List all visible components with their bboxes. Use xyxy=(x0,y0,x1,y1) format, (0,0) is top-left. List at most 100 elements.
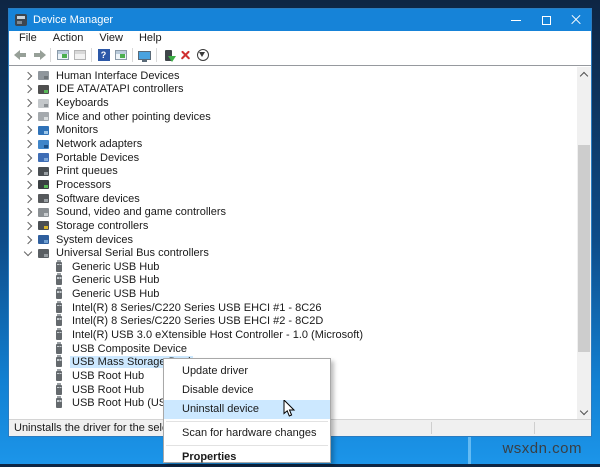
vertical-scrollbar[interactable] xyxy=(577,67,591,419)
toolbar-separator xyxy=(50,48,51,62)
tree-device-label: Intel(R) 8 Series/C220 Series USB EHCI #… xyxy=(70,315,325,327)
chevron-right-icon[interactable] xyxy=(24,167,32,175)
minimize-button[interactable] xyxy=(501,9,531,31)
tree-device-row[interactable]: Generic USB Hub xyxy=(9,274,591,288)
context-menu-separator xyxy=(166,421,328,422)
tree-category-row[interactable]: Universal Serial Bus controllers xyxy=(9,246,591,260)
chevron-right-icon[interactable] xyxy=(24,126,32,134)
usb-device-icon xyxy=(56,398,62,408)
tree-category-row[interactable]: Sound, video and game controllers xyxy=(9,205,591,219)
show-console-tree-icon[interactable] xyxy=(54,47,71,63)
scrollbar-thumb[interactable] xyxy=(578,145,590,352)
tree-category-label: Storage controllers xyxy=(54,220,150,232)
ide-controller-icon xyxy=(38,85,49,94)
uninstall-icon[interactable] xyxy=(177,47,194,63)
chevron-up-icon xyxy=(580,71,588,79)
menu-help[interactable]: Help xyxy=(131,32,170,44)
title-bar[interactable]: Device Manager xyxy=(9,9,591,31)
minimize-icon xyxy=(511,20,521,21)
tree-device-row[interactable]: Generic USB Hub xyxy=(9,260,591,274)
tree-category-row[interactable]: Mice and other pointing devices xyxy=(9,110,591,124)
tree-category-row[interactable]: IDE ATA/ATAPI controllers xyxy=(9,83,591,97)
tree-category-label: Sound, video and game controllers xyxy=(54,206,228,218)
chevron-right-icon[interactable] xyxy=(24,140,32,148)
scroll-up-button[interactable] xyxy=(577,67,591,81)
usb-device-icon xyxy=(56,316,62,326)
context-menu-item-disable-device[interactable]: Disable device xyxy=(164,381,330,400)
help-icon[interactable]: ? xyxy=(95,47,112,63)
context-menu-item-properties[interactable]: Properties xyxy=(164,448,330,467)
maximize-button[interactable] xyxy=(531,9,561,31)
chevron-right-icon[interactable] xyxy=(24,99,32,107)
computer-icon[interactable] xyxy=(136,47,153,63)
chevron-down-icon[interactable] xyxy=(24,248,32,256)
chevron-right-icon[interactable] xyxy=(24,181,32,189)
menu-action[interactable]: Action xyxy=(45,32,92,44)
tree-device-row[interactable]: Generic USB Hub xyxy=(9,287,591,301)
chevron-right-icon[interactable] xyxy=(24,72,32,80)
chevron-right-icon[interactable] xyxy=(24,112,32,120)
tree-category-row[interactable]: Storage controllers xyxy=(9,219,591,233)
context-menu-item-uninstall-device[interactable]: Uninstall device xyxy=(164,400,330,419)
tree-device-row[interactable]: USB Composite Device xyxy=(9,342,591,356)
properties-icon[interactable] xyxy=(112,47,129,63)
menu-file[interactable]: File xyxy=(11,32,45,44)
chevron-right-icon[interactable] xyxy=(24,235,32,243)
chevron-right-icon[interactable] xyxy=(24,208,32,216)
scan-hardware-icon[interactable] xyxy=(194,47,211,63)
update-driver-icon[interactable] xyxy=(160,47,177,63)
tree-category-row[interactable]: Keyboards xyxy=(9,96,591,110)
forward-icon[interactable] xyxy=(30,47,47,63)
tree-device-label: USB Root Hub xyxy=(70,384,146,396)
tree-category-row[interactable]: Network adapters xyxy=(9,137,591,151)
tree-device-row[interactable]: Intel(R) USB 3.0 eXtensible Host Control… xyxy=(9,328,591,342)
tree-category-row[interactable]: Human Interface Devices xyxy=(9,69,591,83)
mouse-cursor-icon xyxy=(283,400,299,418)
network-adapter-icon xyxy=(38,140,49,149)
close-button[interactable] xyxy=(561,9,591,31)
portable-device-icon xyxy=(38,153,49,162)
tree-category-row[interactable]: System devices xyxy=(9,233,591,247)
toolbar-separator xyxy=(132,48,133,62)
tree-category-label: Human Interface Devices xyxy=(54,70,182,82)
chevron-right-icon[interactable] xyxy=(24,153,32,161)
tree-category-row[interactable]: Processors xyxy=(9,178,591,192)
watermark-text: wsxdn.com xyxy=(502,440,582,457)
tree-category-label: Print queues xyxy=(54,165,120,177)
chevron-down-icon xyxy=(580,406,588,414)
tree-category-row[interactable]: Monitors xyxy=(9,124,591,138)
status-divider xyxy=(431,422,432,434)
hid-icon xyxy=(38,71,49,80)
menu-view[interactable]: View xyxy=(91,32,131,44)
tree-category-label: Mice and other pointing devices xyxy=(54,111,213,123)
tree-category-label: Software devices xyxy=(54,193,142,205)
usb-device-icon xyxy=(56,385,62,395)
close-icon xyxy=(570,14,582,26)
context-menu-item-update-driver[interactable]: Update driver xyxy=(164,362,330,381)
tree-category-label: Keyboards xyxy=(54,97,111,109)
chevron-right-icon[interactable] xyxy=(24,85,32,93)
tree-device-label: Generic USB Hub xyxy=(70,261,161,273)
usb-controller-icon xyxy=(38,249,49,258)
usb-device-icon xyxy=(56,303,62,313)
back-icon[interactable] xyxy=(13,47,30,63)
export-list-icon[interactable] xyxy=(71,47,88,63)
chevron-right-icon[interactable] xyxy=(24,222,32,230)
mouse-icon xyxy=(38,112,49,121)
context-menu-item-scan-for-hardware-changes[interactable]: Scan for hardware changes xyxy=(164,424,330,443)
tree-device-row[interactable]: Intel(R) 8 Series/C220 Series USB EHCI #… xyxy=(9,315,591,329)
scroll-down-button[interactable] xyxy=(577,405,591,419)
tree-category-row[interactable]: Portable Devices xyxy=(9,151,591,165)
tree-device-row[interactable]: Intel(R) 8 Series/C220 Series USB EHCI #… xyxy=(9,301,591,315)
tree-category-label: IDE ATA/ATAPI controllers xyxy=(54,83,186,95)
context-menu: Update driverDisable deviceUninstall dev… xyxy=(163,358,331,463)
usb-device-icon xyxy=(56,344,62,354)
usb-device-icon xyxy=(56,357,62,367)
tree-category-row[interactable]: Software devices xyxy=(9,192,591,206)
tree-category-row[interactable]: Print queues xyxy=(9,164,591,178)
tree-category-label: Universal Serial Bus controllers xyxy=(54,247,211,259)
storage-controller-icon xyxy=(38,221,49,230)
tree-device-label: USB Root Hub xyxy=(70,370,146,382)
status-divider xyxy=(534,422,535,434)
chevron-right-icon[interactable] xyxy=(24,194,32,202)
